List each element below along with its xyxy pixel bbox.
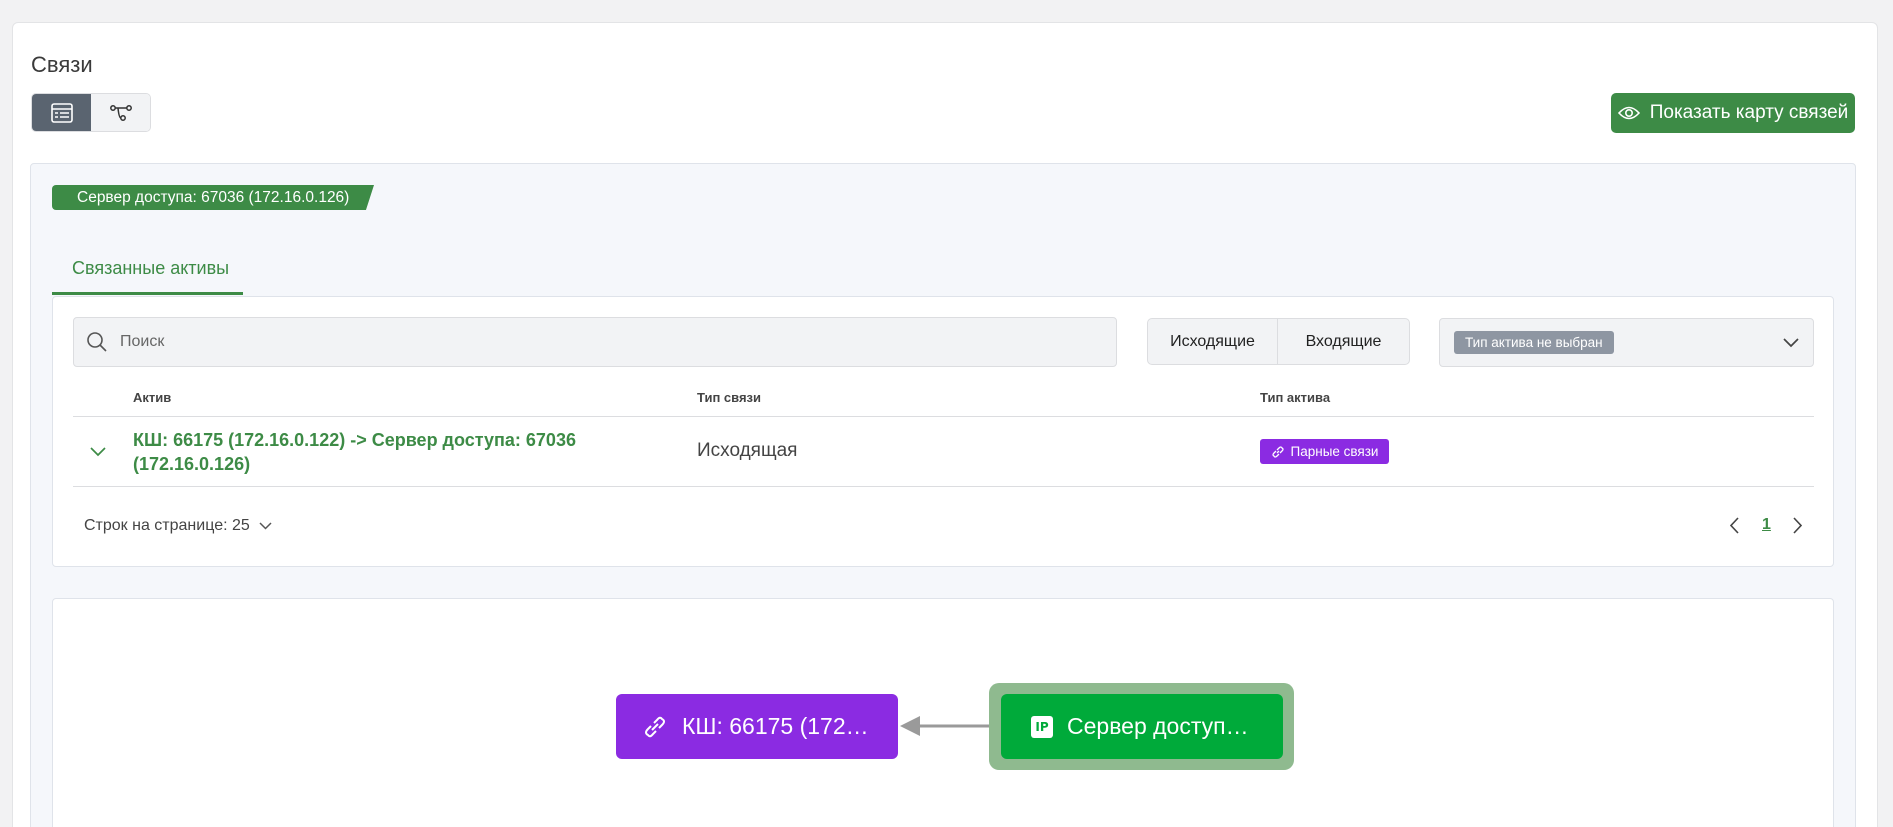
search-box [73, 317, 1117, 367]
column-header-asset-type: Тип актива [1260, 390, 1331, 405]
table-list-icon [50, 102, 73, 123]
rows-per-page-label: Строк на странице: 25 [84, 517, 250, 534]
asset-type-badge-label: Парные связи [1290, 444, 1379, 459]
graph-node-access-server[interactable]: IP Сервер доступ… [1001, 694, 1283, 759]
graph-node-label: Сервер доступ… [1067, 713, 1249, 739]
search-input[interactable] [120, 333, 1070, 351]
asset-type-chip: Тип актива не выбран [1454, 331, 1614, 354]
graph-node-label: КШ: 66175 (172… [682, 713, 869, 739]
chevron-down-icon [259, 522, 272, 530]
tab-related-assets[interactable]: Связанные активы [52, 254, 243, 295]
graph-node-kssh[interactable]: КШ: 66175 (172… [616, 694, 898, 759]
column-header-asset: Актив [133, 390, 172, 405]
row-divider [73, 486, 1814, 487]
chevron-right-icon [1793, 517, 1803, 534]
graph-edge-arrow [900, 716, 1002, 736]
table-view-button[interactable] [32, 94, 91, 131]
graph-view-button[interactable] [91, 94, 150, 131]
link-icon [1271, 445, 1284, 458]
next-page-button[interactable] [1792, 517, 1803, 539]
previous-page-button[interactable] [1729, 517, 1740, 539]
related-asset-link[interactable]: КШ: 66175 (172.16.0.122) -> Сервер досту… [133, 428, 603, 476]
asset-type-badge[interactable]: Парные связи [1260, 439, 1389, 464]
graph-tree-icon [109, 104, 132, 121]
header-divider [73, 416, 1814, 417]
asset-tag: Сервер доступа: 67036 (172.16.0.126) [52, 185, 374, 210]
ip-icon: IP [1031, 715, 1053, 738]
view-toggle [31, 93, 151, 132]
rows-per-page-select[interactable]: Строк на странице: 25 [84, 517, 272, 535]
outgoing-button[interactable]: Исходящие [1148, 319, 1278, 364]
chevron-left-icon [1729, 517, 1739, 534]
eye-icon [1617, 106, 1640, 120]
expand-row-button[interactable] [90, 444, 106, 462]
link-icon [645, 716, 665, 737]
page-number-link[interactable]: 1 [1762, 516, 1771, 534]
link-type-value: Исходящая [697, 440, 798, 461]
asset-type-select[interactable]: Тип актива не выбран [1439, 318, 1814, 367]
column-header-link-type: Тип связи [697, 390, 761, 405]
incoming-button[interactable]: Входящие [1278, 319, 1409, 364]
show-links-map-button[interactable]: Показать карту связей [1611, 93, 1855, 133]
page-title: Связи [31, 52, 93, 77]
show-links-map-label: Показать карту связей [1649, 102, 1849, 123]
direction-toggle: Исходящие Входящие [1147, 318, 1410, 365]
search-icon [87, 332, 107, 352]
chevron-down-icon [1783, 337, 1799, 347]
chevron-down-icon [90, 447, 106, 457]
